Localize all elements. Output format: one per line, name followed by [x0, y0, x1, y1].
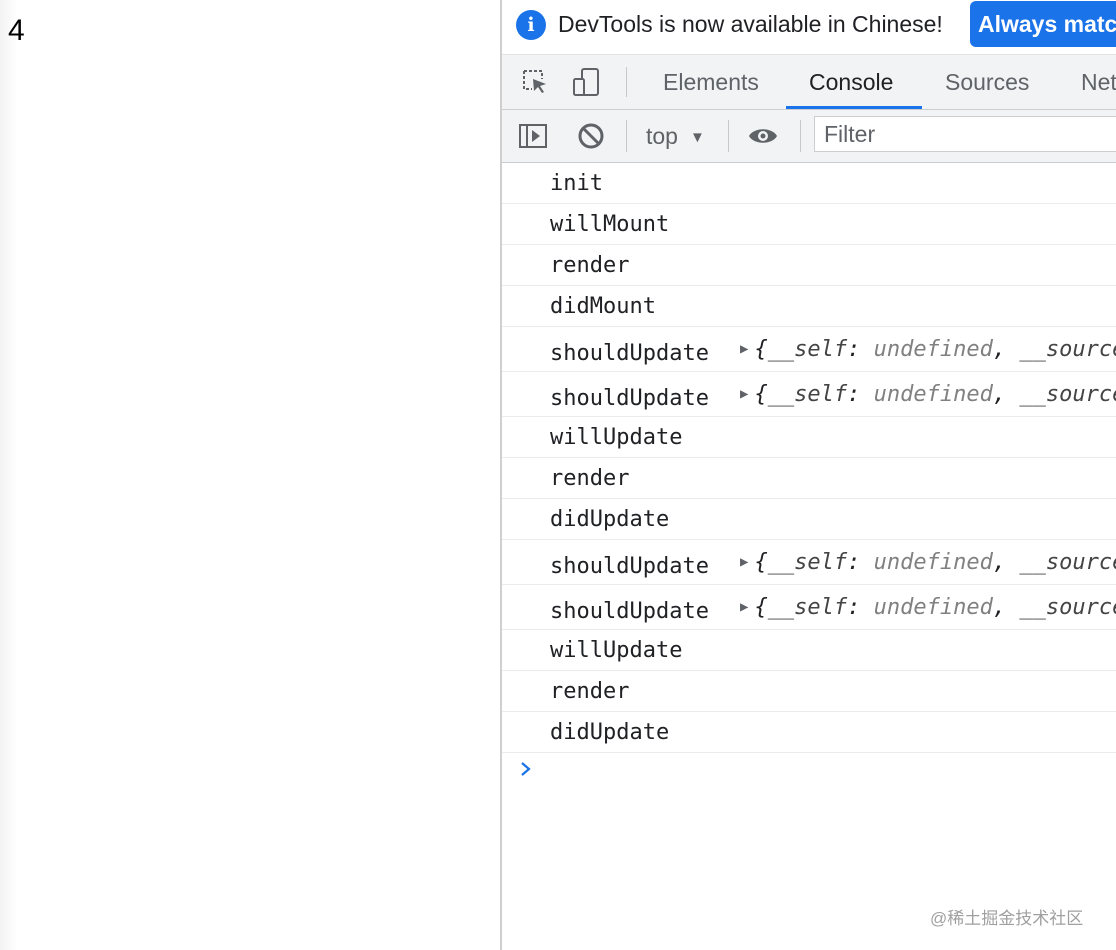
tabbar-separator [626, 67, 627, 97]
message-text: willUpdate [550, 638, 683, 663]
page-edge-shadow [0, 0, 18, 950]
live-expression-icon[interactable] [748, 121, 778, 151]
console-message[interactable]: shouldUpdate ▶ {__self: undefined, __sour… [502, 540, 1116, 585]
message-text: didUpdate [550, 720, 670, 745]
context-label: top [646, 123, 678, 149]
message-text: shouldUpdate [550, 554, 709, 579]
always-match-button[interactable]: Always match [970, 1, 1116, 47]
filter-input[interactable] [814, 116, 1116, 152]
console-message[interactable]: shouldUpdate ▶ {__self: undefined, __sour… [502, 372, 1116, 417]
message-text: render [550, 253, 630, 278]
toolbar-separator [728, 120, 729, 152]
console-message[interactable]: didMount [502, 286, 1116, 327]
tab-sources[interactable]: Sources [945, 55, 1029, 109]
expand-triangle-icon[interactable]: ▶ [740, 599, 748, 615]
toolbar-separator [800, 120, 801, 152]
console-message[interactable]: render [502, 458, 1116, 499]
object-preview[interactable]: ▶ {__self: undefined, __source [740, 595, 1116, 620]
message-text: didUpdate [550, 507, 670, 532]
tab-console[interactable]: Console [809, 55, 893, 109]
context-selector[interactable]: top ▼ [646, 120, 705, 152]
message-text: shouldUpdate [550, 341, 709, 366]
show-sidebar-icon[interactable] [518, 121, 548, 151]
tab-network[interactable]: Network [1081, 55, 1116, 109]
message-text: willUpdate [550, 425, 683, 450]
message-text: shouldUpdate [550, 599, 709, 624]
banner-message: DevTools is now available in Chinese! [558, 11, 943, 37]
message-text: render [550, 466, 630, 491]
inspect-element-icon[interactable] [520, 67, 550, 97]
device-toolbar-icon[interactable] [572, 67, 602, 97]
clear-console-icon[interactable] [576, 121, 606, 151]
console-messages: init willMount render didMount shouldUpd… [502, 163, 1116, 753]
message-text: willMount [550, 212, 670, 237]
counter-value: 4 [8, 14, 25, 47]
toolbar-separator [626, 120, 627, 152]
page-viewport: 4 [0, 0, 500, 950]
object-preview[interactable]: ▶ {__self: undefined, __source [740, 337, 1116, 362]
console-message[interactable]: didUpdate [502, 499, 1116, 540]
expand-triangle-icon[interactable]: ▶ [740, 554, 748, 570]
language-banner: i DevTools is now available in Chinese! … [502, 0, 1116, 55]
tab-elements[interactable]: Elements [663, 55, 759, 109]
info-icon: i [516, 10, 546, 40]
message-text: render [550, 679, 630, 704]
devtools-panel: i DevTools is now available in Chinese! … [502, 0, 1116, 950]
expand-triangle-icon[interactable]: ▶ [740, 386, 748, 402]
console-message[interactable]: didUpdate [502, 712, 1116, 753]
console-message[interactable]: render [502, 671, 1116, 712]
console-message[interactable]: render [502, 245, 1116, 286]
active-tab-indicator [786, 106, 922, 109]
console-message[interactable]: willMount [502, 204, 1116, 245]
console-message[interactable]: willUpdate [502, 417, 1116, 458]
console-message[interactable]: shouldUpdate ▶ {__self: undefined, __sour… [502, 327, 1116, 372]
dropdown-arrow-icon: ▼ [689, 129, 705, 146]
console-message[interactable]: willUpdate [502, 630, 1116, 671]
object-preview[interactable]: ▶ {__self: undefined, __source [740, 550, 1116, 575]
expand-triangle-icon[interactable]: ▶ [740, 341, 748, 357]
console-message[interactable]: shouldUpdate ▶ {__self: undefined, __sour… [502, 585, 1116, 630]
message-text: shouldUpdate [550, 386, 709, 411]
watermark: @稀土掘金技术社区 [930, 909, 1084, 928]
object-preview[interactable]: ▶ {__self: undefined, __source [740, 382, 1116, 407]
message-text: didMount [550, 294, 656, 319]
console-toolbar: top ▼ [502, 110, 1116, 163]
chevron-right-icon[interactable] [516, 759, 536, 779]
devtools-tabbar: Elements Console Sources Network [502, 55, 1116, 110]
message-text: init [550, 171, 603, 196]
console-message[interactable]: init [502, 163, 1116, 204]
